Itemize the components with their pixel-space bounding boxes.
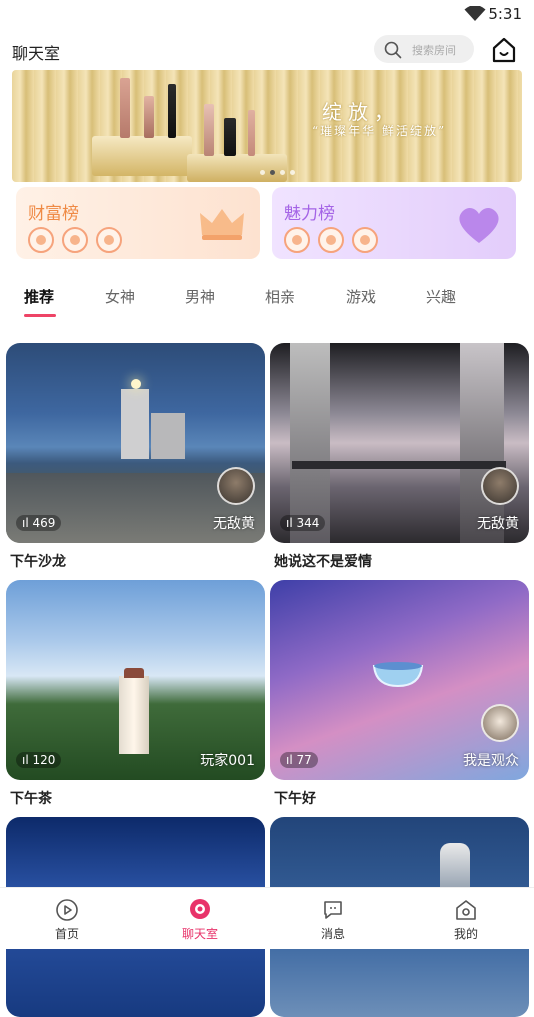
page-title: 聊天室	[12, 44, 61, 63]
top-bar: 聊天室 搜索房间	[0, 30, 534, 70]
avatar	[96, 227, 122, 253]
room-cover-image	[124, 668, 144, 678]
avatar	[352, 227, 378, 253]
listener-count: ıl 469	[16, 515, 62, 531]
banner-subslogan: “璀璨年华 鲜活绽放”	[312, 124, 447, 138]
search-room-input[interactable]: 搜索房间	[374, 35, 474, 63]
room-title: 下午沙龙	[10, 554, 66, 570]
tab-recommend[interactable]: 推荐	[24, 286, 54, 307]
tab-games[interactable]: 游戏	[346, 286, 376, 307]
message-icon	[324, 901, 342, 919]
status-bar: 5:31	[0, 0, 534, 30]
room-card[interactable]: ıl 344 无敌黄	[270, 343, 529, 543]
avatar	[284, 227, 310, 253]
host-avatar	[481, 467, 519, 505]
listener-count: ıl 77	[280, 752, 318, 768]
host-name: 无敌黄	[213, 516, 255, 532]
banner-pager	[260, 170, 295, 175]
bottom-nav: 首页 聊天室 消息 我的	[0, 887, 534, 949]
room-title: 她说这不是爱情	[274, 554, 372, 570]
room-cover-image	[119, 676, 149, 754]
nav-home[interactable]: 首页	[27, 898, 107, 942]
room-card[interactable]: ıl 469 无敌黄	[6, 343, 265, 543]
wifi-icon	[464, 6, 486, 21]
tab-dating[interactable]: 相亲	[265, 286, 295, 307]
banner-shelf	[187, 154, 287, 182]
nav-chatroom-label: 聊天室	[181, 927, 218, 941]
room-cover-image	[121, 389, 149, 459]
search-placeholder: 搜索房间	[412, 44, 456, 57]
room-title: 下午茶	[10, 791, 52, 807]
room-cover-image	[131, 379, 141, 389]
banner-product-image	[204, 104, 214, 156]
host-name: 玩家001	[200, 753, 255, 769]
host-name: 无敌黄	[477, 516, 519, 532]
banner-product-image	[224, 118, 236, 156]
nav-home-label: 首页	[54, 927, 79, 941]
wealth-rank-card[interactable]: 财富榜	[16, 187, 260, 259]
tab-interests[interactable]: 兴趣	[426, 286, 456, 307]
teacup-icon	[372, 662, 424, 688]
wealth-rank-label: 财富榜	[28, 204, 79, 224]
nav-profile[interactable]: 我的	[426, 898, 506, 942]
play-circle-icon	[56, 899, 78, 921]
banner-slogan: 绽放，	[322, 100, 400, 124]
status-time: 5:31	[488, 5, 522, 23]
crown-icon	[200, 209, 244, 240]
category-tabs: 推荐 女神 男神 相亲 游戏 兴趣	[0, 282, 534, 322]
search-icon	[384, 41, 402, 59]
avatar	[62, 227, 88, 253]
charm-rank-card[interactable]: 魅力榜	[272, 187, 516, 259]
room-cover-image	[440, 843, 470, 887]
heart-icon	[459, 207, 499, 243]
room-cover-image	[290, 343, 330, 543]
host-avatar	[481, 704, 519, 742]
banner-product-image	[248, 110, 255, 156]
listener-count: ıl 120	[16, 752, 62, 768]
nav-profile-label: 我的	[453, 927, 478, 941]
room-cover-image	[151, 413, 185, 459]
banner-shelf	[92, 136, 192, 176]
profile-icon	[456, 900, 476, 920]
nav-messages-label: 消息	[320, 927, 345, 941]
active-tab-indicator	[24, 314, 56, 317]
promo-banner[interactable]: 绽放， “璀璨年华 鲜活绽放”	[12, 70, 522, 182]
listener-count: ıl 344	[280, 515, 326, 531]
nav-messages[interactable]: 消息	[293, 898, 373, 942]
home-icon[interactable]	[490, 36, 518, 64]
banner-product-image	[144, 96, 154, 138]
tab-goddess[interactable]: 女神	[105, 286, 135, 307]
banner-product-image	[168, 84, 176, 138]
host-avatar	[217, 467, 255, 505]
banner-product-image	[120, 78, 130, 138]
room-card[interactable]: ıl 77 我是观众	[270, 580, 529, 780]
nav-chatroom[interactable]: 聊天室	[160, 898, 240, 942]
room-card[interactable]: ıl 120 玩家001	[6, 580, 265, 780]
avatar	[318, 227, 344, 253]
tab-male-god[interactable]: 男神	[185, 286, 215, 307]
room-cover-image	[292, 461, 506, 469]
charm-rank-label: 魅力榜	[284, 204, 335, 224]
host-name: 我是观众	[463, 753, 519, 769]
chat-bubble-icon	[190, 899, 210, 919]
room-title: 下午好	[274, 791, 316, 807]
avatar	[28, 227, 54, 253]
